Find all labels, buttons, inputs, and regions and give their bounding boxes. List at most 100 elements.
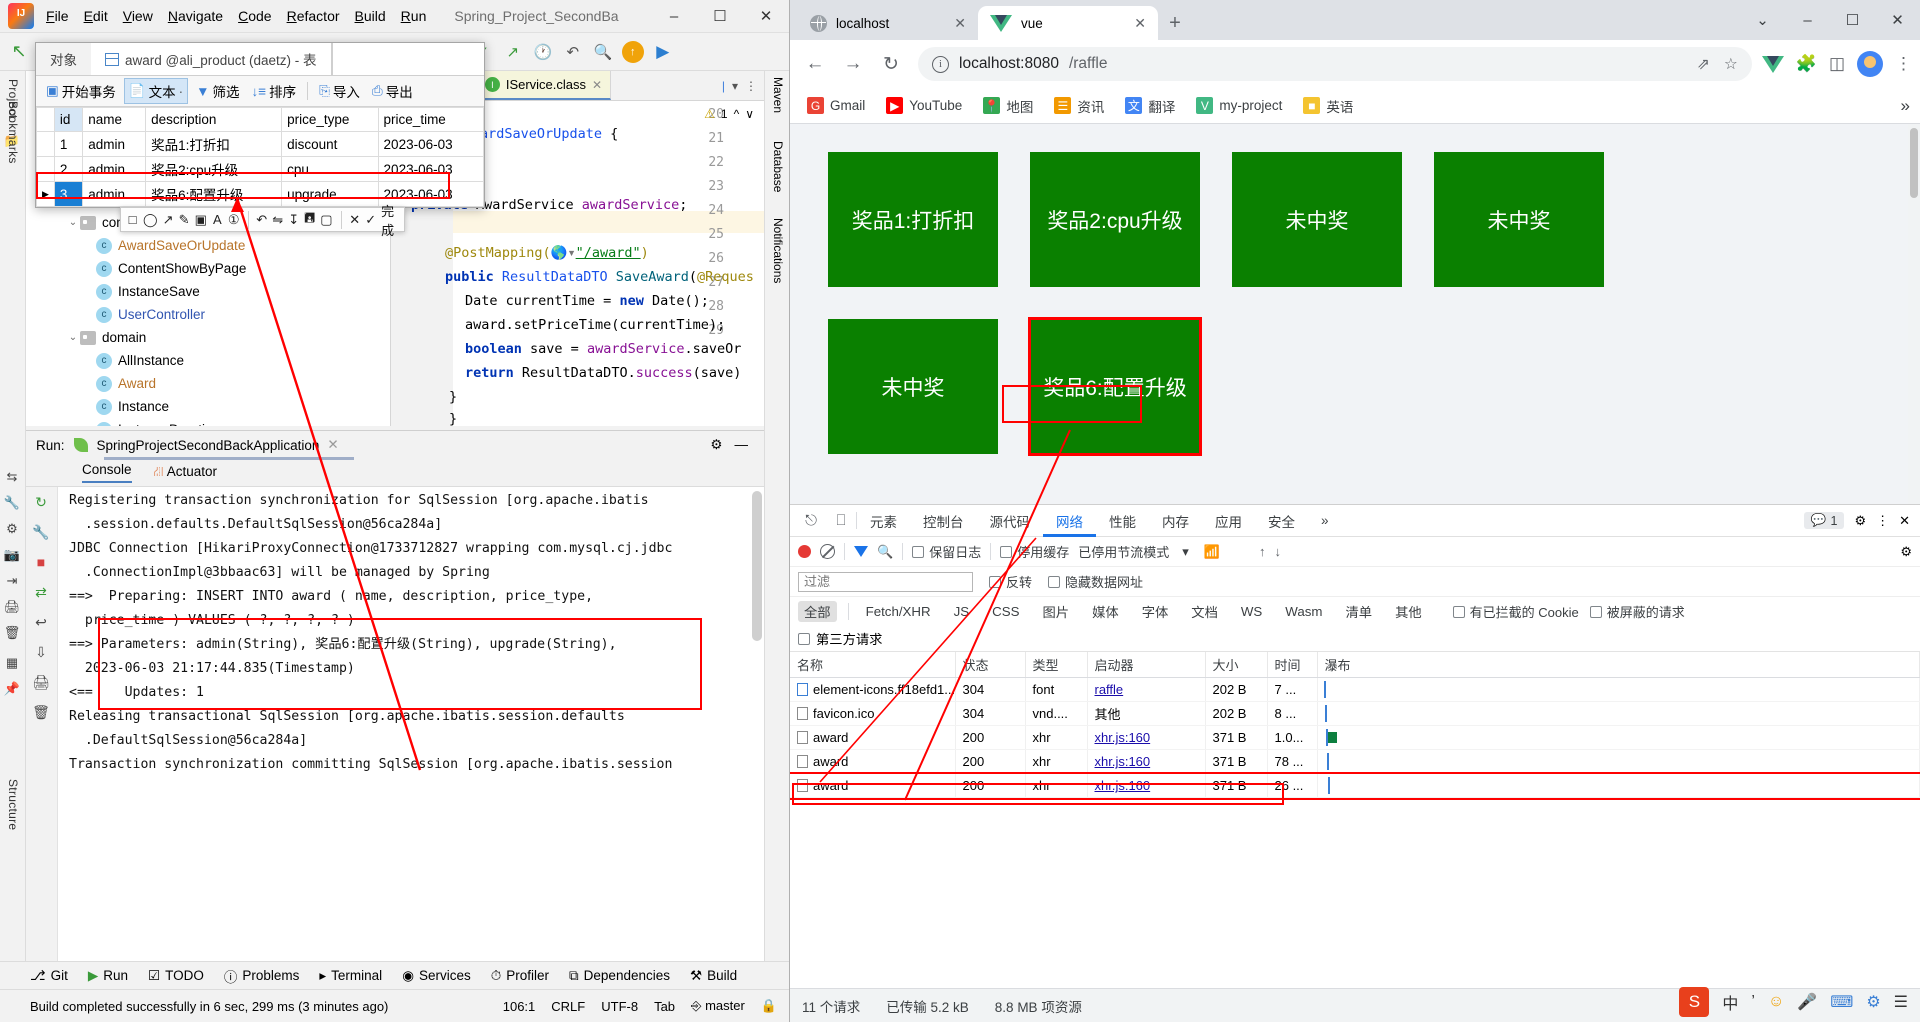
db-toolbar[interactable]: ▣ 开始事务 📄 文本 · ▼ 筛选 ↓≡ 排序 ⎘ 导入 ⎙ 导出 [36, 76, 484, 107]
initiator-link[interactable]: xhr.js:160 [1095, 730, 1151, 745]
devtools-settings-icon[interactable]: ⚙ [1854, 513, 1866, 529]
print-icon[interactable]: 🖨 [0, 594, 24, 620]
network-cell-name[interactable]: award [790, 773, 956, 798]
initiator-link[interactable]: xhr.js:160 [1095, 754, 1151, 769]
search-icon[interactable]: 🔍 [592, 41, 614, 63]
browser-window-controls[interactable]: ⌄ – ☐ ✕ [1740, 0, 1920, 40]
network-column-瀑布[interactable]: 瀑布 [1317, 652, 1920, 678]
run-tool-window[interactable]: Run: SpringProjectSecondBackApplication … [26, 430, 764, 989]
network-controls[interactable]: 🔍 保留日志 停用缓存 已停用节流模式 ▾ 📶 ↑ ↓ ⚙ [790, 537, 1920, 567]
maximize-icon[interactable]: ☐ [1830, 0, 1875, 40]
star-icon[interactable]: ☆ [1724, 55, 1738, 74]
record-icon[interactable] [798, 545, 811, 558]
wifi-icon[interactable]: 📶 [1204, 544, 1220, 560]
prize-cell[interactable]: 奖品1:打折扣 [828, 152, 998, 287]
export-har-icon[interactable]: ↓ [1274, 544, 1281, 559]
run-triangle-icon[interactable]: ▶ [652, 41, 674, 63]
tab-network[interactable]: 网络 [1043, 505, 1096, 537]
throttling-select[interactable]: 已停用节流模式 ▾ [1078, 542, 1189, 561]
db-cell-description[interactable]: 奖品6:配置升级 [145, 181, 283, 207]
mic-icon[interactable]: 🎤 [1797, 992, 1817, 1012]
ide-left-toolwindow-rail[interactable]: Project 📁 ⇆ 🔧 ⚙ 📷 ⇥ 🖨 🗑 Bookmarks ▦ 📌 St… [0, 71, 26, 989]
menu-edit[interactable]: Edit [84, 8, 108, 24]
network-cell-initiator[interactable]: raffle [1087, 677, 1206, 702]
message-count-badge[interactable]: 💬 1 [1803, 512, 1845, 529]
page-viewport[interactable]: 奖品1:打折扣 奖品2:cpu升级 未中奖 未中奖 未中奖 奖品6:配置升级 [790, 124, 1920, 504]
rail-item-database[interactable]: Database [771, 141, 785, 192]
bottom-tab-run[interactable]: ▶ Run [88, 968, 128, 984]
checkbox-icon[interactable] [989, 575, 1001, 588]
bookmark-翻译[interactable]: 文翻译 [1118, 93, 1182, 119]
devtools-panel[interactable]: ⎋ ⎕ 元素 控制台 源代码 网络 性能 内存 应用 安全 » 💬 1 ⚙ ⋮ … [790, 504, 1920, 988]
confirm-icon[interactable]: ✓ [365, 211, 376, 228]
ide-right-toolwindow-rail[interactable]: Maven Database Notifications [764, 71, 789, 989]
db-column-price_time[interactable]: price_time [377, 107, 485, 132]
third-party-row[interactable]: 第三方请求 [790, 626, 1920, 652]
ide-bottom-toolwindow-bar[interactable]: ⎇ Git ▶ Run ☑ TODO ⓘ Problems ▸ Terminal ◉ Services… [0, 961, 789, 989]
tab-elements[interactable]: 元素 [857, 505, 910, 537]
network-cell-initiator[interactable]: 其他 [1087, 701, 1206, 726]
bookmarks-overflow-icon[interactable]: » [1901, 96, 1910, 116]
db-filter-button[interactable]: ▼ 筛选 [192, 79, 243, 103]
clear-all-icon[interactable]: 🗑 [26, 697, 56, 727]
address-bar[interactable]: i localhost:8080/raffle ⇗ ☆ [918, 47, 1752, 81]
blocked-requests-checkbox[interactable]: 被屏蔽的请求 [1589, 602, 1685, 621]
network-cell-initiator[interactable]: xhr.js:160 [1087, 749, 1206, 774]
tab-overflow[interactable]: » [1308, 505, 1342, 537]
checkbox-icon[interactable] [798, 632, 810, 645]
network-row[interactable]: element-icons.ff18efd1... 304 font raffle 20… [790, 677, 1920, 702]
minimize-icon[interactable]: – [651, 0, 697, 33]
network-row[interactable]: favicon.ico 304 vnd.... 其他 202 B8 ... [790, 701, 1920, 726]
bookmark-英语[interactable]: ■ 英语 [1296, 93, 1360, 119]
bottom-tab-git[interactable]: ⎇ Git [30, 968, 68, 984]
redo-icon[interactable]: ⇋ [272, 211, 283, 228]
browser-actions[interactable]: 🧩 ◫ ⋮ [1761, 51, 1912, 77]
db-column-description[interactable]: description [145, 107, 283, 132]
tree-item-awardsaveorupdate[interactable]: c AwardSaveOrUpdate [26, 234, 390, 257]
text-icon[interactable]: A [212, 211, 223, 228]
network-request-table[interactable]: 名称 状态 类型 启动器 大小 时间 瀑布 element-icons.ff18efd1...… [790, 652, 1920, 800]
arrow-icon[interactable]: ↗ [163, 211, 174, 228]
network-settings-icon[interactable]: ⚙ [1900, 544, 1912, 560]
update-app-icon[interactable]: ↑ [621, 40, 644, 63]
type-chip-图片[interactable]: 图片 [1037, 601, 1076, 622]
prize-cell[interactable]: 未中奖 [1232, 152, 1402, 287]
number-icon[interactable]: ① [228, 211, 240, 228]
initiator-link[interactable]: raffle [1095, 682, 1124, 697]
screenshot-annotation-toolbar[interactable]: □ ◯ ↗ ✎ ▣ A ① ↶ ⇋ ↧ 🖪 ▢ ✕ ✓ 完成 [120, 204, 405, 238]
avatar[interactable] [1857, 51, 1883, 77]
editor-tab-iservice-class[interactable]: I IService.class ✕ [476, 71, 612, 100]
devtools-right-actions[interactable]: 💬 1 ⚙ ⋮ ✕ [1803, 512, 1920, 529]
save-icon[interactable]: 🖪 [304, 210, 315, 228]
bottom-tab-dependencies[interactable]: ⧉ Dependencies [569, 968, 670, 984]
branch-icon[interactable]: ⚙ [0, 516, 24, 542]
bookmark-my-project[interactable]: Vmy-project [1189, 94, 1289, 117]
chevron-down-icon[interactable]: ▾ [732, 79, 738, 93]
type-chip-CSS[interactable]: CSS [986, 603, 1025, 620]
db-cell-id[interactable]: 1 [53, 131, 84, 157]
gear-icon[interactable]: ⚙ [710, 437, 722, 453]
print-icon[interactable]: 🖨 [26, 667, 56, 697]
share-icon[interactable]: ⇗ [1697, 55, 1710, 74]
network-cell-initiator[interactable]: xhr.js:160 [1087, 773, 1206, 798]
db-popup-tabs[interactable]: 对象 award @ali_product (daetz) - 表 [36, 43, 484, 76]
ime-chinese-label[interactable]: 中 [1722, 990, 1738, 1014]
db-sort-button[interactable]: ↓≡ 排序 [247, 79, 300, 103]
network-row[interactable]: award 200 xhr xhr.js:160 371 B 78 ... [790, 749, 1920, 774]
network-row[interactable]: award 200 xhr xhr.js:160 371 B 26 ... [790, 771, 1920, 800]
chrome-menu-icon[interactable]: ⋮ [1895, 54, 1912, 74]
file-encoding[interactable]: UTF-8 [601, 999, 638, 1014]
grid-icon[interactable]: ▦ [0, 650, 24, 676]
menu-file[interactable]: File [46, 8, 69, 24]
devtools-close-icon[interactable]: ✕ [1899, 513, 1910, 529]
wrench-icon[interactable]: 🔧 [26, 517, 56, 547]
search-icon[interactable]: 🔍 [877, 544, 893, 560]
browser-tab-localhost[interactable]: localhost ✕ [798, 6, 978, 40]
indent-setting[interactable]: Tab [654, 999, 675, 1014]
db-column-name[interactable]: name [82, 107, 147, 132]
db-row[interactable]: ▶ 3 admin 奖品6:配置升级 upgrade 2023-06-03 [36, 181, 485, 207]
git-branch[interactable]: ⎆ master [691, 998, 745, 1014]
mosaic-icon[interactable]: ▣ [195, 211, 207, 228]
network-column-类型[interactable]: 类型 [1025, 652, 1088, 678]
db-import-button[interactable]: ⎘ 导入 [315, 79, 364, 103]
